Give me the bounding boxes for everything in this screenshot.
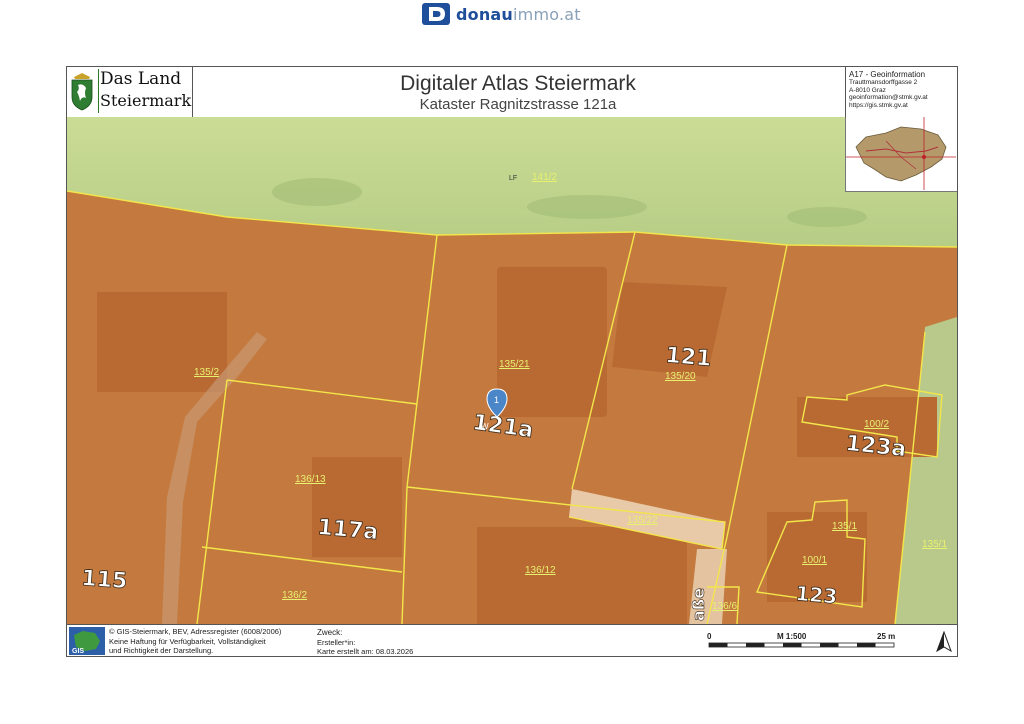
- author-label: Ersteller*in:: [317, 637, 356, 647]
- donau-logo-icon: [422, 3, 450, 25]
- usage-code-label: LF: [509, 175, 517, 182]
- copyright-line-1: © GIS-Steiermark, BEV, Adressregister (6…: [109, 627, 282, 636]
- created-date: Karte erstellt am: 08.03.2026: [317, 647, 414, 656]
- parcel-141-2[interactable]: 141/2: [532, 172, 557, 183]
- parcel-100-2[interactable]: 100/2: [864, 419, 889, 430]
- parcel-135-2[interactable]: 135/2: [194, 367, 219, 378]
- map-canvas[interactable]: 121 121a 123a 117a 115 123 141/2 135/21 …: [67, 117, 957, 624]
- parcel-135-20[interactable]: 135/20: [665, 371, 696, 382]
- gis-label: GIS: [72, 648, 84, 655]
- brand-text-2: immo.at: [513, 4, 581, 24]
- gis-steiermark-logo-icon: GIS: [69, 627, 105, 655]
- scale-bar: 0 M 1:500 25 m: [707, 632, 895, 648]
- contact-street: Trauttmansdorffgasse 2: [849, 79, 918, 86]
- north-arrow-icon: [936, 631, 952, 653]
- contact-city: A-8010 Graz: [849, 86, 886, 94]
- building-136-12: [477, 527, 687, 624]
- house-number-123: 123: [795, 581, 839, 609]
- parcel-135-1[interactable]: 135/1: [832, 521, 857, 532]
- logo-line-2: Steiermark: [100, 91, 192, 110]
- parcel-136-12[interactable]: 136/12: [525, 565, 556, 576]
- title-block: Digitaler Atlas Steiermark Kataster Ragn…: [192, 67, 844, 117]
- scale-ratio: M 1:500: [777, 632, 807, 641]
- brand-logo[interactable]: donauimmo.at: [422, 2, 581, 26]
- marker-number: 1: [494, 395, 499, 405]
- parcel-135-22[interactable]: 135/22: [627, 515, 658, 526]
- street-name-fragment: aße: [689, 588, 708, 621]
- contact-email[interactable]: geoinformation@stmk.gv.at: [849, 94, 957, 102]
- purpose-block: Zweck: Ersteller*in: Karte erstellt am: …: [317, 628, 413, 657]
- house-number-115: 115: [81, 566, 129, 594]
- house-number-121: 121: [664, 343, 712, 372]
- overview-inset-map[interactable]: [845, 117, 957, 192]
- cadastral-map[interactable]: 121 121a 123a 117a 115 123 141/2 135/21 …: [67, 117, 957, 624]
- copyright-block: © GIS-Steiermark, BEV, Adressregister (6…: [109, 627, 281, 656]
- scale-start: 0: [707, 632, 712, 641]
- house-number-117a: 117a: [316, 515, 379, 545]
- logo-line-1: Das Land: [100, 69, 182, 89]
- building-121a: [497, 267, 607, 417]
- styria-overview-icon: [846, 117, 956, 190]
- contact-block: A17 - Geoinformation Trauttmansdorffgass…: [845, 67, 957, 117]
- scale-end: 25 m: [877, 632, 895, 641]
- copyright-line-2: Keine Haftung für Verfügbarkeit, Vollstä…: [109, 636, 266, 646]
- map-title: Digitaler Atlas Steiermark: [400, 72, 636, 95]
- brand-text-1: donau: [456, 4, 514, 24]
- land-steiermark-logo: Das Land Steiermark: [67, 67, 193, 117]
- parcel-136-2[interactable]: 136/2: [282, 590, 307, 601]
- contact-dept: A17 - Geoinformation: [849, 70, 926, 79]
- styria-crest-icon: [71, 73, 93, 111]
- parcel-136-6[interactable]: 136/6: [712, 601, 737, 612]
- parcel-136-13[interactable]: 136/13: [295, 474, 326, 485]
- parcel-135-1-east[interactable]: 135/1: [922, 539, 947, 550]
- parcel-135-21[interactable]: 135/21: [499, 359, 530, 370]
- sheet-footer: GIS © GIS-Steiermark, BEV, Adressregiste…: [67, 624, 957, 657]
- parcel-100-1[interactable]: 100/1: [802, 555, 827, 566]
- sheet-header: Das Land Steiermark Digitaler Atlas Stei…: [67, 67, 957, 118]
- map-subtitle: Kataster Ragnitzstrasse 121a: [419, 96, 617, 113]
- map-sheet: Das Land Steiermark Digitaler Atlas Stei…: [66, 66, 958, 657]
- contact-web[interactable]: https://gis.stmk.gv.at: [849, 102, 957, 110]
- marker-label: W: [481, 422, 489, 431]
- purpose-label: Zweck:: [317, 628, 343, 637]
- copyright-line-3: und Richtigkeit der Darstellung.: [109, 646, 214, 655]
